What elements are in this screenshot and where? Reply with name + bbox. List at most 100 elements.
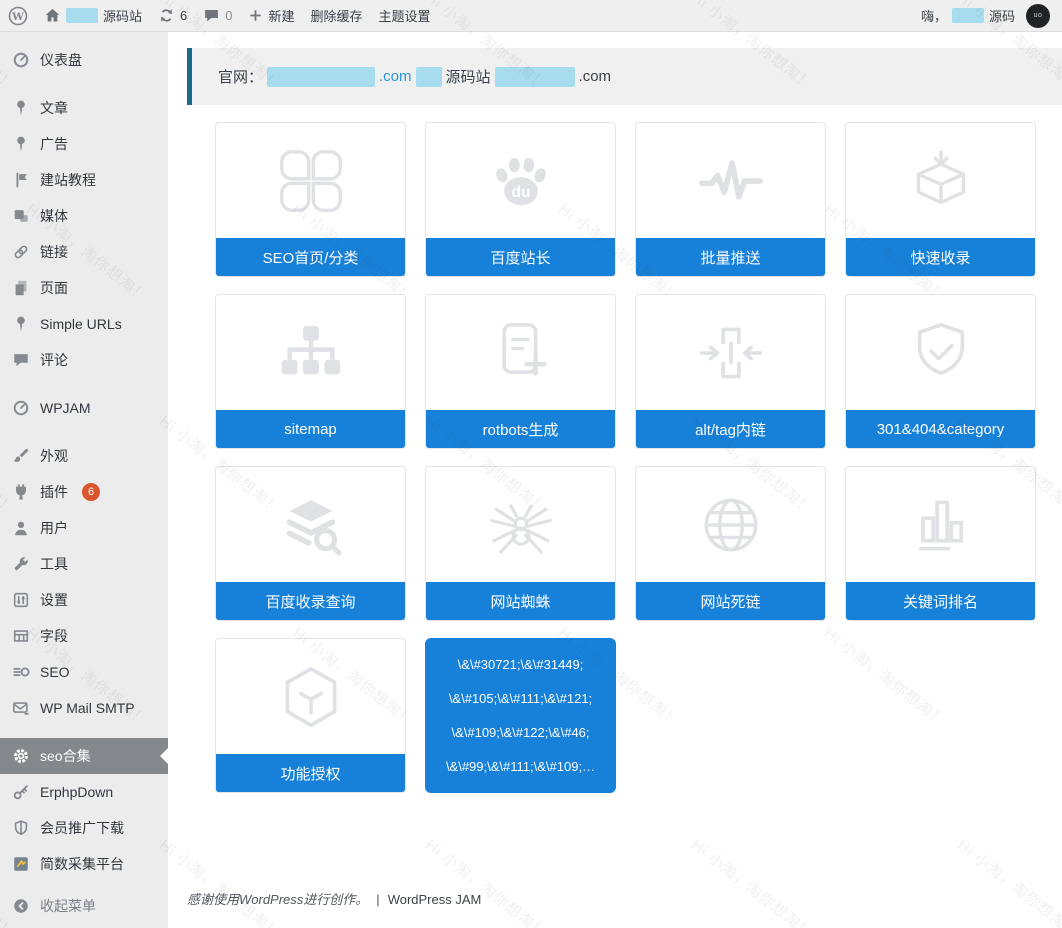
card-label[interactable]: 网站死链 — [636, 582, 825, 620]
card-alt-tag-internal-links[interactable]: alt/tag内链 — [635, 294, 826, 449]
card-baidu-index-query[interactable]: 百度收录查询 — [215, 466, 406, 621]
sidebar-item-settings[interactable]: 设置 — [0, 582, 168, 618]
theme-settings-label: 主题设置 — [379, 6, 431, 25]
document-plus-icon — [485, 317, 557, 389]
notice-middle-text: 源码站 — [446, 66, 491, 87]
flag-icon — [12, 171, 30, 189]
dashboard-icon — [12, 399, 30, 417]
card-label[interactable]: 网站蜘蛛 — [426, 582, 615, 620]
greeting-prefix: 嗨， — [921, 6, 947, 25]
pages-icon — [12, 279, 30, 297]
sidebar-item-users[interactable]: 用户 — [0, 510, 168, 546]
comment-icon — [203, 7, 220, 24]
notice-redaction-1 — [267, 67, 375, 87]
home-icon — [44, 7, 61, 24]
new-content-label: 新建 — [268, 6, 294, 25]
seo-lines-icon — [12, 663, 30, 681]
card-label[interactable]: SEO首页/分类 — [216, 238, 405, 276]
user-icon — [12, 519, 30, 537]
footer-divider: | — [376, 892, 379, 907]
plugin-icon — [12, 483, 30, 501]
notice-redaction-2 — [416, 67, 442, 87]
sidebar-item-wp-mail-smtp[interactable]: WP Mail SMTP — [0, 690, 168, 726]
site-name-link[interactable]: 源码站 — [36, 0, 150, 32]
card-sitemap[interactable]: sitemap — [215, 294, 406, 449]
new-content-button[interactable]: 新建 — [240, 0, 302, 32]
plus-icon — [248, 8, 263, 23]
sidebar-item-member-download[interactable]: 会员推广下载 — [0, 810, 168, 846]
card-keyword-ranking[interactable]: 关键词排名 — [845, 466, 1036, 621]
bar-chart-icon — [905, 489, 977, 561]
pulse-icon — [695, 145, 767, 217]
card-label[interactable]: 301&404&category — [846, 410, 1035, 448]
card-batch-push[interactable]: 批量推送 — [635, 122, 826, 277]
theme-settings-button[interactable]: 主题设置 — [371, 0, 439, 32]
media-icon — [12, 207, 30, 225]
sidebar-item-seo[interactable]: SEO — [0, 654, 168, 690]
card-label[interactable]: rotbots生成 — [426, 410, 615, 448]
entity-line: \&\#109;\&\#122;\&\#46; — [429, 725, 612, 740]
sidebar-item-pages[interactable]: 页面 — [0, 270, 168, 306]
collapse-icon — [12, 897, 30, 915]
card-label[interactable]: 关键词排名 — [846, 582, 1035, 620]
spider-icon — [485, 489, 557, 561]
sidebar-item-appearance[interactable]: 外观 — [0, 438, 168, 474]
sitemap-icon — [275, 317, 347, 389]
greeting-name: 源码 — [989, 6, 1015, 25]
card-seo-home-category[interactable]: SEO首页/分类 — [215, 122, 406, 277]
sidebar-item-dashboard[interactable]: 仪表盘 — [0, 42, 168, 78]
table-icon — [12, 627, 30, 645]
card-robots-generate[interactable]: rotbots生成 — [425, 294, 616, 449]
main-content: 官网： .com 源码站 .com SEO首页/分类 du 百度站长 批量推送 … — [168, 32, 1062, 928]
notice-tail-suffix: .com — [579, 68, 612, 85]
baidu-paw-icon: du — [485, 145, 557, 217]
cube-icon — [275, 661, 347, 733]
site-name-redaction — [66, 8, 98, 23]
sidebar-item-tutorials[interactable]: 建站教程 — [0, 162, 168, 198]
link-icon — [12, 243, 30, 261]
card-dead-links[interactable]: 网站死链 — [635, 466, 826, 621]
compress-arrows-icon — [695, 317, 767, 389]
card-baidu-webmaster[interactable]: du 百度站长 — [425, 122, 616, 277]
card-site-spider[interactable]: 网站蜘蛛 — [425, 466, 616, 621]
notice-link-suffix[interactable]: .com — [379, 68, 412, 85]
sidebar-item-fields[interactable]: 字段 — [0, 618, 168, 654]
sidebar-item-plugins[interactable]: 插件 6 — [0, 474, 168, 510]
comments-button[interactable]: 0 — [195, 0, 240, 32]
card-label[interactable]: 百度收录查询 — [216, 582, 405, 620]
sidebar-item-tools[interactable]: 工具 — [0, 546, 168, 582]
wordpress-logo-button[interactable]: W — [0, 0, 36, 32]
sidebar-item-jianshu-collector[interactable]: 简数采集平台 — [0, 846, 168, 882]
plugins-update-badge: 6 — [82, 483, 100, 501]
card-quick-indexing[interactable]: 快速收录 — [845, 122, 1036, 277]
sidebar-item-erphpdown[interactable]: ErphpDown — [0, 774, 168, 810]
sidebar-item-seo-collection[interactable]: seo合集 — [0, 738, 168, 774]
card-label[interactable]: 快速收录 — [846, 238, 1035, 276]
clear-cache-button[interactable]: 删除缓存 — [303, 0, 371, 32]
card-label[interactable]: sitemap — [216, 410, 405, 448]
clover-icon — [275, 145, 347, 217]
sidebar-item-wpjam[interactable]: WPJAM — [0, 390, 168, 426]
card-label[interactable]: 批量推送 — [636, 238, 825, 276]
sidebar-item-simple-urls[interactable]: Simple URLs — [0, 306, 168, 342]
sidebar-item-collapse-menu[interactable]: 收起菜单 — [0, 888, 168, 924]
updates-button[interactable]: 6 — [150, 0, 195, 32]
card-label[interactable]: 百度站长 — [426, 238, 615, 276]
card-label[interactable]: alt/tag内链 — [636, 410, 825, 448]
clear-cache-label: 删除缓存 — [311, 6, 363, 25]
sidebar-item-links[interactable]: 链接 — [0, 234, 168, 270]
my-account-button[interactable]: 嗨， 源码 uo — [913, 0, 1062, 32]
svg-text:du: du — [511, 183, 530, 200]
sidebar-item-ads[interactable]: 广告 — [0, 126, 168, 162]
sidebar-item-comments[interactable]: 评论 — [0, 342, 168, 378]
card-301-404-category[interactable]: 301&404&category — [845, 294, 1036, 449]
shield-icon — [12, 819, 30, 837]
globe-icon — [695, 489, 767, 561]
sidebar-item-posts[interactable]: 文章 — [0, 90, 168, 126]
sidebar-item-media[interactable]: 媒体 — [0, 198, 168, 234]
notice-redaction-3 — [495, 67, 575, 87]
card-label[interactable]: 功能授权 — [216, 754, 405, 792]
card-feature-authorization[interactable]: 功能授权 — [215, 638, 406, 793]
sliders-icon — [12, 591, 30, 609]
card-entity-code[interactable]: \&\#30721;\&\#31449; \&\#105;\&\#111;\&\… — [425, 638, 616, 793]
